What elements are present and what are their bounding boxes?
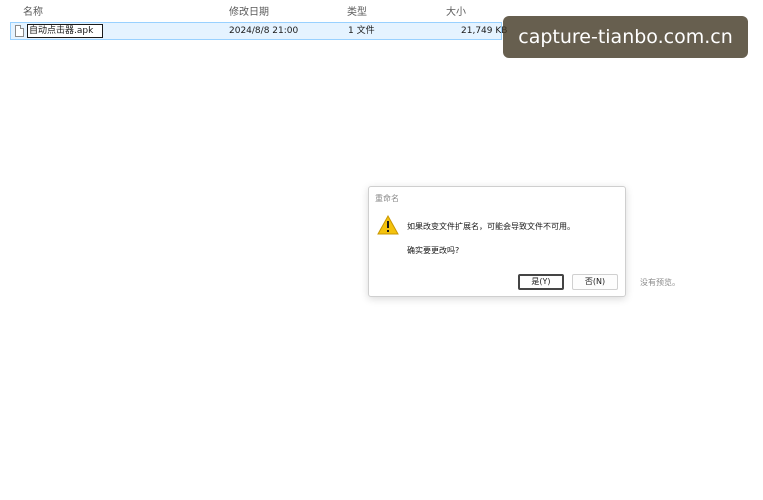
dialog-question: 确实要更改吗? [407, 246, 460, 255]
no-button[interactable]: 否(N) [572, 274, 618, 290]
file-size: 21,749 KB [461, 26, 508, 36]
file-modified-date: 2024/8/8 21:00 [229, 26, 299, 36]
dialog-title: 重命名 [375, 194, 399, 203]
column-header-size[interactable]: 大小 [446, 3, 466, 18]
rename-input[interactable]: 自动点击器.apk [27, 24, 103, 38]
dialog-message: 如果改变文件扩展名，可能会导致文件不可用。 [407, 222, 575, 231]
rename-confirm-dialog: 重命名 如果改变文件扩展名，可能会导致文件不可用。 确实要更改吗? 是(Y) 否… [368, 186, 626, 297]
file-row[interactable]: 自动点击器.apk 2024/8/8 21:00 1 文件 21,749 KB [10, 22, 507, 40]
column-header-modified[interactable]: 修改日期 [229, 3, 269, 18]
column-header-type[interactable]: 类型 [347, 3, 367, 18]
warning-icon [377, 215, 399, 235]
preview-pane-empty-text: 没有预览。 [640, 278, 680, 287]
yes-button[interactable]: 是(Y) [518, 274, 564, 290]
column-header-name[interactable]: 名称 [23, 3, 43, 18]
file-type: 1 文件 [348, 26, 375, 36]
watermark: capture-tianbo.com.cn [503, 16, 748, 58]
file-icon [15, 25, 24, 37]
file-explorer-window: 名称 修改日期 类型 大小 自动点击器.apk 2024/8/8 21:00 1… [0, 0, 763, 500]
